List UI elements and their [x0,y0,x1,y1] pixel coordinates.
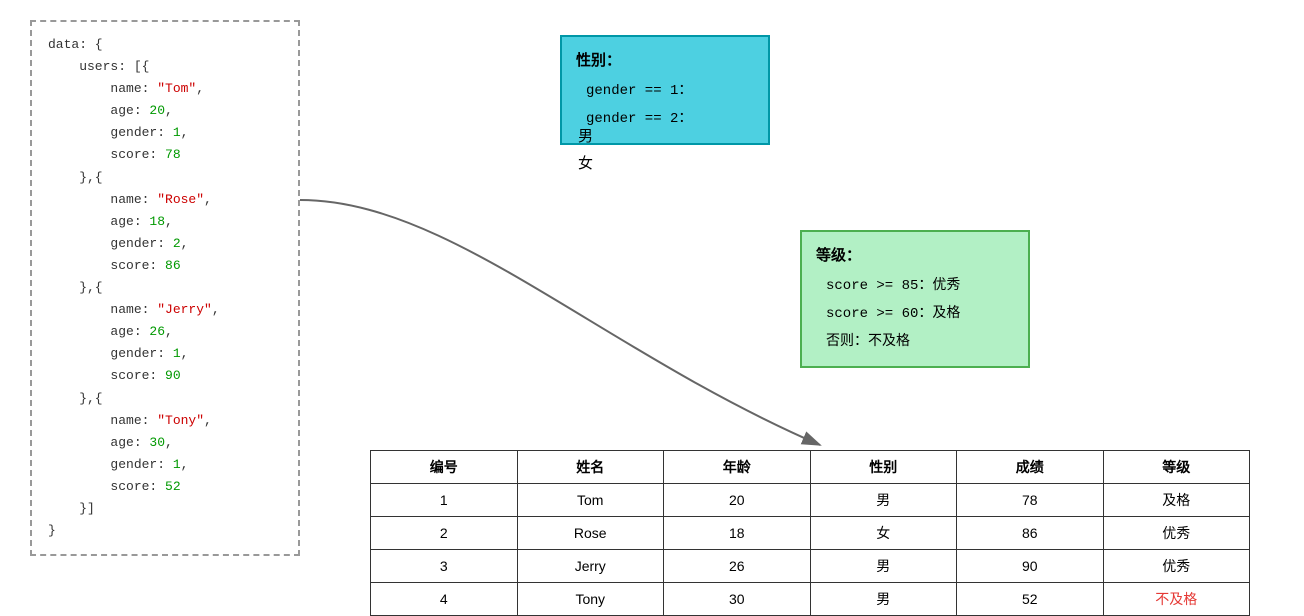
col-header-name: 姓名 [517,451,664,484]
grade-box-title: 等级： [816,242,1014,272]
cell-name: Tom [517,484,664,517]
cell-age: 18 [664,517,811,550]
table-row: 3Jerry26男90优秀 [371,550,1250,583]
result-table: 编号 姓名 年龄 性别 成绩 等级 1Tom20男78及格2Rose18女86优… [370,450,1250,616]
cell-name: Tony [517,583,664,616]
grade-box-content: score >= 85：优秀 score >= 60：及格 否则：不及格 [816,272,1014,356]
label-female: 女 [578,152,593,173]
cell-score: 52 [957,583,1104,616]
col-header-score: 成绩 [957,451,1104,484]
cell-id: 1 [371,484,518,517]
cell-name: Jerry [517,550,664,583]
code-panel: data: { users: [{ name: "Tom", age: 20, … [30,20,300,556]
cell-id: 2 [371,517,518,550]
cell-grade: 不及格 [1103,583,1250,616]
grade-line-3: 否则：不及格 [826,334,910,350]
col-header-id: 编号 [371,451,518,484]
cell-name: Rose [517,517,664,550]
cell-age: 20 [664,484,811,517]
table-header-row: 编号 姓名 年龄 性别 成绩 等级 [371,451,1250,484]
cell-id: 4 [371,583,518,616]
cell-grade: 及格 [1103,484,1250,517]
col-header-gender: 性别 [810,451,957,484]
cell-grade: 优秀 [1103,550,1250,583]
cell-score: 86 [957,517,1104,550]
table-row: 4Tony30男52不及格 [371,583,1250,616]
cell-score: 78 [957,484,1104,517]
table-row: 2Rose18女86优秀 [371,517,1250,550]
table-row: 1Tom20男78及格 [371,484,1250,517]
label-male: 男 [578,125,593,146]
gender-line-2: gender == 2： [586,111,692,127]
col-header-age: 年龄 [664,451,811,484]
table-body: 1Tom20男78及格2Rose18女86优秀3Jerry26男90优秀4Ton… [371,484,1250,616]
cell-score: 90 [957,550,1104,583]
grade-box: 等级： score >= 85：优秀 score >= 60：及格 否则：不及格 [800,230,1030,368]
cell-age: 26 [664,550,811,583]
gender-box-content: gender == 1： gender == 2： [576,77,754,133]
cell-grade: 优秀 [1103,517,1250,550]
gender-box-title: 性别： [576,47,754,77]
cell-age: 30 [664,583,811,616]
gender-line-1: gender == 1： [586,83,692,99]
cell-gender: 男 [810,550,957,583]
grade-line-2: score >= 60：及格 [826,306,960,322]
cell-id: 3 [371,550,518,583]
col-header-grade: 等级 [1103,451,1250,484]
grade-line-1: score >= 85：优秀 [826,278,960,294]
cell-gender: 男 [810,583,957,616]
cell-gender: 女 [810,517,957,550]
cell-gender: 男 [810,484,957,517]
